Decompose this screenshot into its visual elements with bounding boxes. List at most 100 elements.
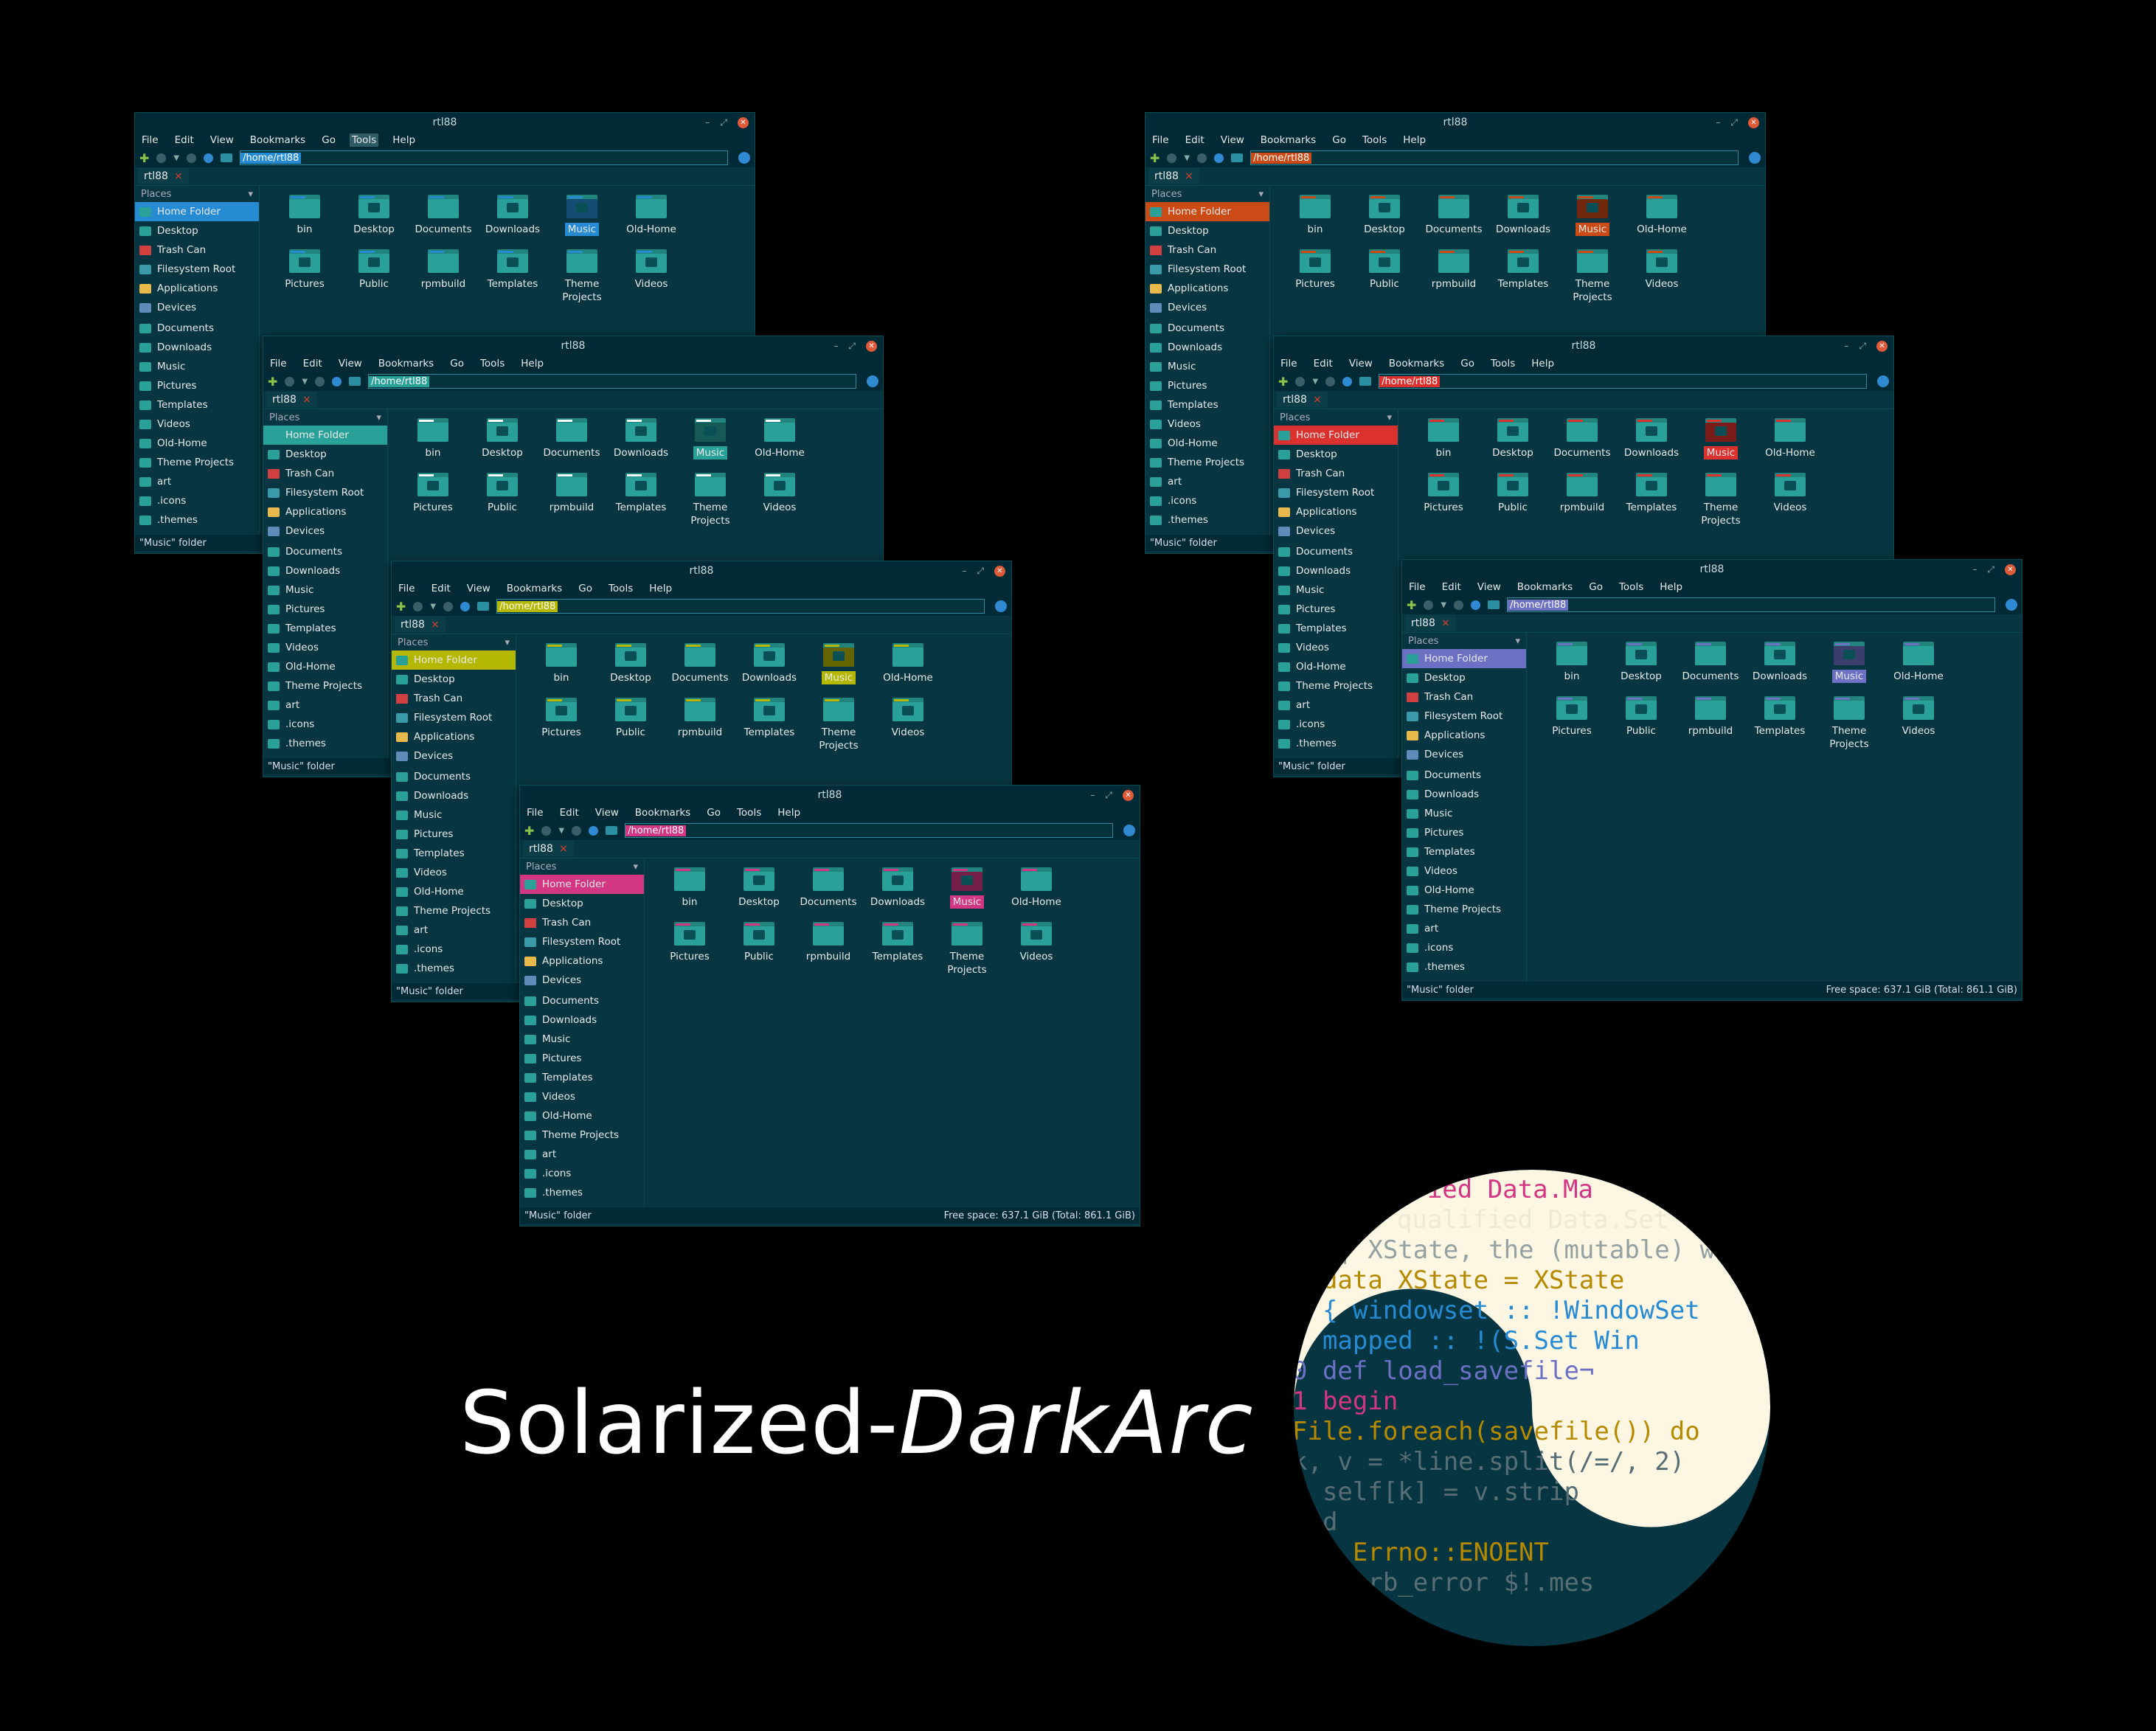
home-icon[interactable] [477, 602, 490, 611]
file-item[interactable]: Desktop [468, 418, 537, 473]
sidebar-item--themes[interactable]: .themes [1145, 510, 1269, 530]
file-item[interactable]: Templates [735, 698, 804, 752]
places-header[interactable]: Places ▾ [1402, 633, 1526, 649]
sidebar-item-theme-projects[interactable]: Theme Projects [1402, 900, 1526, 919]
maximize-icon[interactable]: ⤢ [1859, 336, 1866, 355]
file-item[interactable]: Music [1686, 418, 1755, 473]
back-icon[interactable] [1167, 153, 1177, 163]
sidebar-item-pictures[interactable]: Pictures [520, 1049, 644, 1068]
sidebar-item-old-home[interactable]: Old-Home [1145, 434, 1269, 453]
menu-file[interactable]: File [524, 806, 546, 819]
maximize-icon[interactable]: ⤢ [1730, 113, 1738, 132]
file-item[interactable]: Old-Home [745, 418, 814, 473]
file-item[interactable]: Templates [606, 473, 676, 527]
file-item[interactable]: rpmbuild [409, 249, 478, 304]
places-header[interactable]: Places ▾ [135, 186, 259, 202]
places-header[interactable]: Places ▾ [392, 634, 516, 651]
sidebar-item-home-folder[interactable]: Home Folder [392, 651, 516, 670]
sidebar-item--icons[interactable]: .icons [1145, 491, 1269, 510]
forward-icon[interactable] [1197, 153, 1207, 163]
file-item[interactable]: Videos [745, 473, 814, 527]
file-item[interactable]: Public [1478, 473, 1547, 527]
menu-edit[interactable]: Edit [301, 357, 325, 370]
menu-edit[interactable]: Edit [1183, 133, 1207, 147]
places-header[interactable]: Places ▾ [263, 409, 387, 426]
file-item[interactable]: Pictures [527, 698, 596, 752]
address-bar[interactable]: /home/rtl88 [496, 599, 985, 614]
sidebar-item-applications[interactable]: Applications [1274, 502, 1398, 521]
new-tab-icon[interactable]: ✚ [1150, 151, 1160, 165]
history-dropdown-icon[interactable]: ▼ [1184, 154, 1190, 162]
file-item[interactable]: bin [270, 195, 339, 249]
sidebar-item-theme-projects[interactable]: Theme Projects [392, 901, 516, 920]
maximize-icon[interactable]: ⤢ [977, 561, 984, 580]
sidebar-item-music[interactable]: Music [135, 357, 259, 376]
sidebar-item-videos[interactable]: Videos [263, 638, 387, 657]
sidebar-item-home-folder[interactable]: Home Folder [263, 426, 387, 445]
sidebar-item-trash-can[interactable]: Trash Can [1145, 240, 1269, 260]
menu-tools[interactable]: Tools [1488, 357, 1517, 370]
file-item[interactable]: Downloads [606, 418, 676, 473]
new-tab-icon[interactable]: ✚ [1278, 375, 1288, 389]
file-item[interactable]: Videos [873, 698, 943, 752]
sidebar-item-devices[interactable]: Devices [520, 971, 644, 990]
file-item[interactable]: Documents [794, 867, 863, 922]
menu-help[interactable]: Help [519, 357, 546, 370]
up-icon[interactable] [332, 376, 342, 386]
address-bar[interactable]: /home/rtl88 [368, 374, 856, 389]
sidebar-item--themes[interactable]: .themes [520, 1183, 644, 1202]
tab-close-icon[interactable]: × [1313, 394, 1322, 406]
history-dropdown-icon[interactable]: ▼ [558, 827, 564, 835]
menu-view[interactable]: View [336, 357, 364, 370]
file-item[interactable]: Templates [1745, 696, 1814, 751]
sidebar-item--icons[interactable]: .icons [392, 940, 516, 959]
back-icon[interactable] [413, 601, 423, 611]
menu-help[interactable]: Help [1401, 133, 1428, 147]
sidebar-item-home-folder[interactable]: Home Folder [1145, 202, 1269, 221]
file-item[interactable]: Desktop [596, 643, 665, 698]
sidebar-item-devices[interactable]: Devices [392, 746, 516, 766]
sidebar-item--icons[interactable]: .icons [135, 491, 259, 510]
sidebar-item-devices[interactable]: Devices [1274, 521, 1398, 541]
menu-go[interactable]: Go [704, 806, 723, 819]
close-icon[interactable]: ✕ [866, 340, 877, 352]
menu-help[interactable]: Help [390, 133, 417, 147]
file-item[interactable]: bin [1537, 642, 1606, 696]
history-dropdown-icon[interactable]: ▼ [1441, 601, 1446, 609]
tab-close-icon[interactable]: × [431, 619, 440, 631]
address-bar[interactable]: /home/rtl88 [1507, 597, 1995, 612]
menu-help[interactable]: Help [647, 582, 674, 595]
file-item[interactable]: Pictures [1409, 473, 1478, 527]
file-item[interactable]: Downloads [863, 867, 932, 922]
file-manager-window[interactable]: rtl88 – ⤢ ✕ File Edit View Bookmarks Go Tools Hel… [1401, 559, 2022, 1001]
sidebar-item-art[interactable]: art [135, 472, 259, 491]
sidebar-item-desktop[interactable]: Desktop [520, 894, 644, 913]
menu-bookmarks[interactable]: Bookmarks [1515, 580, 1575, 594]
menu-view[interactable]: View [593, 806, 621, 819]
places-header[interactable]: Places ▾ [520, 858, 644, 875]
file-item[interactable]: Music [932, 867, 1002, 922]
file-item[interactable]: rpmbuild [1676, 696, 1745, 751]
file-item[interactable]: Downloads [735, 643, 804, 698]
title-bar[interactable]: rtl88 – ⤢ ✕ [1274, 336, 1893, 355]
go-icon[interactable] [995, 600, 1007, 612]
file-item[interactable]: rpmbuild [665, 698, 735, 752]
tab-rtl88[interactable]: rtl88 × [1405, 615, 1456, 631]
menu-view[interactable]: View [208, 133, 236, 147]
menu-view[interactable]: View [465, 582, 493, 595]
file-item[interactable]: bin [655, 867, 724, 922]
file-item[interactable]: Documents [1547, 418, 1617, 473]
tab-rtl88[interactable]: rtl88 × [523, 841, 574, 857]
sidebar-item-documents[interactable]: Documents [1145, 319, 1269, 338]
sidebar-item-devices[interactable]: Devices [1402, 745, 1526, 764]
sidebar-item-trash-can[interactable]: Trash Can [135, 240, 259, 260]
sidebar-item-music[interactable]: Music [1402, 804, 1526, 823]
file-item[interactable]: Old-Home [873, 643, 943, 698]
sidebar-item-old-home[interactable]: Old-Home [1402, 881, 1526, 900]
sidebar-item-applications[interactable]: Applications [135, 279, 259, 298]
up-icon[interactable] [589, 825, 599, 836]
file-item[interactable]: Documents [1676, 642, 1745, 696]
back-icon[interactable] [156, 153, 167, 163]
sidebar-item-desktop[interactable]: Desktop [1145, 221, 1269, 240]
sidebar-item-pictures[interactable]: Pictures [1145, 376, 1269, 395]
